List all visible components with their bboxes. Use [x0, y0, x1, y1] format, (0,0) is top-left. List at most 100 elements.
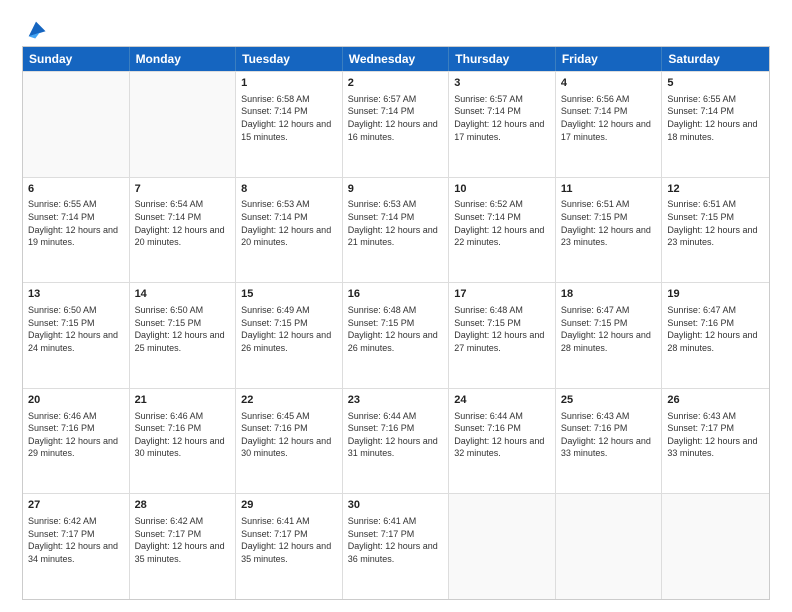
calendar-cell: 29 Sunrise: 6:41 AMSunset: 7:17 PMDayligh… — [236, 494, 343, 599]
cell-text: Sunrise: 6:48 AMSunset: 7:15 PMDaylight:… — [348, 304, 444, 354]
day-number: 4 — [561, 76, 657, 91]
calendar-cell: 22 Sunrise: 6:45 AMSunset: 7:16 PMDayligh… — [236, 389, 343, 494]
cell-text: Sunrise: 6:46 AMSunset: 7:16 PMDaylight:… — [28, 410, 124, 460]
calendar-cell: 16 Sunrise: 6:48 AMSunset: 7:15 PMDayligh… — [343, 283, 450, 388]
day-number: 24 — [454, 393, 550, 408]
day-number: 16 — [348, 287, 444, 302]
header — [22, 18, 770, 36]
calendar-cell: 1 Sunrise: 6:58 AMSunset: 7:14 PMDaylight… — [236, 72, 343, 177]
calendar-header-cell: Sunday — [23, 47, 130, 71]
calendar-cell: 23 Sunrise: 6:44 AMSunset: 7:16 PMDayligh… — [343, 389, 450, 494]
calendar-cell: 21 Sunrise: 6:46 AMSunset: 7:16 PMDayligh… — [130, 389, 237, 494]
cell-text: Sunrise: 6:50 AMSunset: 7:15 PMDaylight:… — [135, 304, 231, 354]
cell-text: Sunrise: 6:55 AMSunset: 7:14 PMDaylight:… — [667, 93, 764, 143]
cell-text: Sunrise: 6:53 AMSunset: 7:14 PMDaylight:… — [348, 198, 444, 248]
day-number: 22 — [241, 393, 337, 408]
day-number: 30 — [348, 498, 444, 513]
day-number: 13 — [28, 287, 124, 302]
day-number: 3 — [454, 76, 550, 91]
cell-text: Sunrise: 6:51 AMSunset: 7:15 PMDaylight:… — [561, 198, 657, 248]
day-number: 12 — [667, 182, 764, 197]
calendar-cell: 26 Sunrise: 6:43 AMSunset: 7:17 PMDayligh… — [662, 389, 769, 494]
calendar-header-cell: Saturday — [662, 47, 769, 71]
day-number: 8 — [241, 182, 337, 197]
calendar: SundayMondayTuesdayWednesdayThursdayFrid… — [22, 46, 770, 600]
cell-text: Sunrise: 6:57 AMSunset: 7:14 PMDaylight:… — [454, 93, 550, 143]
calendar-cell — [449, 494, 556, 599]
calendar-header-cell: Wednesday — [343, 47, 450, 71]
calendar-cell: 17 Sunrise: 6:48 AMSunset: 7:15 PMDayligh… — [449, 283, 556, 388]
day-number: 21 — [135, 393, 231, 408]
calendar-cell: 18 Sunrise: 6:47 AMSunset: 7:15 PMDayligh… — [556, 283, 663, 388]
day-number: 1 — [241, 76, 337, 91]
cell-text: Sunrise: 6:48 AMSunset: 7:15 PMDaylight:… — [454, 304, 550, 354]
calendar-cell: 9Sunrise: 6:53 AMSunset: 7:14 PMDaylight… — [343, 178, 450, 283]
cell-text: Sunrise: 6:51 AMSunset: 7:15 PMDaylight:… — [667, 198, 764, 248]
day-number: 10 — [454, 182, 550, 197]
cell-text: Sunrise: 6:53 AMSunset: 7:14 PMDaylight:… — [241, 198, 337, 248]
cell-text: Sunrise: 6:45 AMSunset: 7:16 PMDaylight:… — [241, 410, 337, 460]
cell-text: Sunrise: 6:43 AMSunset: 7:17 PMDaylight:… — [667, 410, 764, 460]
day-number: 2 — [348, 76, 444, 91]
calendar-cell: 30Sunrise: 6:41 AMSunset: 7:17 PMDayligh… — [343, 494, 450, 599]
day-number: 17 — [454, 287, 550, 302]
cell-text: Sunrise: 6:54 AMSunset: 7:14 PMDaylight:… — [135, 198, 231, 248]
day-number: 7 — [135, 182, 231, 197]
cell-text: Sunrise: 6:44 AMSunset: 7:16 PMDaylight:… — [454, 410, 550, 460]
calendar-cell: 2 Sunrise: 6:57 AMSunset: 7:14 PMDaylight… — [343, 72, 450, 177]
cell-text: Sunrise: 6:58 AMSunset: 7:14 PMDaylight:… — [241, 93, 337, 143]
cell-text: Sunrise: 6:47 AMSunset: 7:15 PMDaylight:… — [561, 304, 657, 354]
logo-icon — [25, 18, 47, 40]
day-number: 11 — [561, 182, 657, 197]
calendar-cell: 14 Sunrise: 6:50 AMSunset: 7:15 PMDayligh… — [130, 283, 237, 388]
calendar-cell: 27 Sunrise: 6:42 AMSunset: 7:17 PMDayligh… — [23, 494, 130, 599]
calendar-cell: 3 Sunrise: 6:57 AMSunset: 7:14 PMDaylight… — [449, 72, 556, 177]
calendar-cell: 12Sunrise: 6:51 AMSunset: 7:15 PMDayligh… — [662, 178, 769, 283]
day-number: 18 — [561, 287, 657, 302]
calendar-row: 1 Sunrise: 6:58 AMSunset: 7:14 PMDaylight… — [23, 71, 769, 177]
calendar-cell — [556, 494, 663, 599]
cell-text: Sunrise: 6:52 AMSunset: 7:14 PMDaylight:… — [454, 198, 550, 248]
calendar-cell — [23, 72, 130, 177]
logo — [22, 18, 47, 36]
cell-text: Sunrise: 6:56 AMSunset: 7:14 PMDaylight:… — [561, 93, 657, 143]
day-number: 6 — [28, 182, 124, 197]
calendar-cell: 5Sunrise: 6:55 AMSunset: 7:14 PMDaylight… — [662, 72, 769, 177]
calendar-cell: 7Sunrise: 6:54 AMSunset: 7:14 PMDaylight… — [130, 178, 237, 283]
calendar-cell: 10Sunrise: 6:52 AMSunset: 7:14 PMDayligh… — [449, 178, 556, 283]
calendar-cell: 28 Sunrise: 6:42 AMSunset: 7:17 PMDayligh… — [130, 494, 237, 599]
day-number: 14 — [135, 287, 231, 302]
calendar-cell: 24 Sunrise: 6:44 AMSunset: 7:16 PMDayligh… — [449, 389, 556, 494]
calendar-cell: 4 Sunrise: 6:56 AMSunset: 7:14 PMDaylight… — [556, 72, 663, 177]
cell-text: Sunrise: 6:43 AMSunset: 7:16 PMDaylight:… — [561, 410, 657, 460]
cell-text: Sunrise: 6:57 AMSunset: 7:14 PMDaylight:… — [348, 93, 444, 143]
cell-text: Sunrise: 6:44 AMSunset: 7:16 PMDaylight:… — [348, 410, 444, 460]
calendar-cell: 13Sunrise: 6:50 AMSunset: 7:15 PMDayligh… — [23, 283, 130, 388]
calendar-cell: 19 Sunrise: 6:47 AMSunset: 7:16 PMDayligh… — [662, 283, 769, 388]
calendar-cell: 11Sunrise: 6:51 AMSunset: 7:15 PMDayligh… — [556, 178, 663, 283]
day-number: 23 — [348, 393, 444, 408]
day-number: 9 — [348, 182, 444, 197]
cell-text: Sunrise: 6:42 AMSunset: 7:17 PMDaylight:… — [28, 515, 124, 565]
cell-text: Sunrise: 6:46 AMSunset: 7:16 PMDaylight:… — [135, 410, 231, 460]
day-number: 19 — [667, 287, 764, 302]
calendar-cell — [130, 72, 237, 177]
calendar-cell — [662, 494, 769, 599]
calendar-row: 13 Sunrise: 6:50 AMSunset: 7:15 PMDayligh… — [23, 282, 769, 388]
calendar-cell: 15Sunrise: 6:49 AMSunset: 7:15 PMDayligh… — [236, 283, 343, 388]
day-number: 29 — [241, 498, 337, 513]
calendar-header-cell: Thursday — [449, 47, 556, 71]
calendar-row: 20Sunrise: 6:46 AMSunset: 7:16 PMDayligh… — [23, 388, 769, 494]
day-number: 27 — [28, 498, 124, 513]
cell-text: Sunrise: 6:42 AMSunset: 7:17 PMDaylight:… — [135, 515, 231, 565]
page: SundayMondayTuesdayWednesdayThursdayFrid… — [0, 0, 792, 612]
cell-text: Sunrise: 6:49 AMSunset: 7:15 PMDaylight:… — [241, 304, 337, 354]
cell-text: Sunrise: 6:41 AMSunset: 7:17 PMDaylight:… — [241, 515, 337, 565]
day-number: 26 — [667, 393, 764, 408]
day-number: 25 — [561, 393, 657, 408]
calendar-row: 27 Sunrise: 6:42 AMSunset: 7:17 PMDayligh… — [23, 493, 769, 599]
calendar-body: 1 Sunrise: 6:58 AMSunset: 7:14 PMDaylight… — [23, 71, 769, 599]
calendar-cell: 6Sunrise: 6:55 AMSunset: 7:14 PMDaylight… — [23, 178, 130, 283]
cell-text: Sunrise: 6:47 AMSunset: 7:16 PMDaylight:… — [667, 304, 764, 354]
day-number: 28 — [135, 498, 231, 513]
